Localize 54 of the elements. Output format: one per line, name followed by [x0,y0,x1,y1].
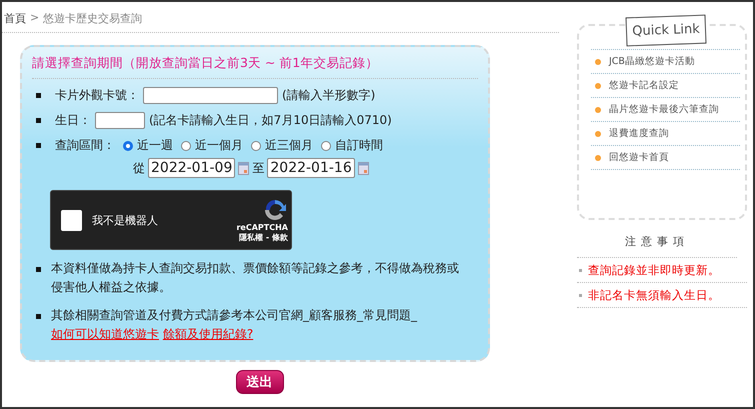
date-label: 從 [133,160,145,176]
birthday-field[interactable] [95,112,145,129]
recaptcha-icon [262,197,288,223]
breadcrumb-separator: > [30,11,40,26]
checkbox[interactable] [61,210,82,230]
notice-text: 非記名卡無須輸入生日。 [588,288,720,302]
captcha-brand: reCAPTCHA [236,223,288,232]
radio-button[interactable] [321,140,331,150]
radio-label[interactable]: 近一個月 [195,137,243,154]
card-number-field[interactable] [143,87,278,104]
radio-button[interactable] [251,140,261,150]
quick-link[interactable]: 晶片悠遊卡最後六筆查詢 [609,103,719,116]
breadcrumb-current: 悠遊卡歷史交易查詢 [43,11,142,26]
bullet-icon [36,93,41,98]
panel-heading: 請選擇查詢期間（開放查詢當日之前3天 ~ 前1年交易記錄） [32,53,478,79]
calendar-icon[interactable] [238,162,250,174]
radio-label[interactable]: 自訂時間 [335,137,383,154]
quick-link[interactable]: 悠遊卡記名設定 [609,79,679,92]
breadcrumb-link[interactable]: 首頁 [4,11,26,26]
bullet-icon [36,314,41,319]
bullet-icon [579,294,582,296]
notices-title: 注意事項 [577,234,737,258]
captcha-links[interactable]: 隱私權 - 條款 [239,232,288,243]
quick-link[interactable]: 退費進度查詢 [609,127,669,140]
checkbox-label: 我不是機器人 [92,212,159,228]
bullet-icon [595,82,601,88]
note-text: 本資料僅做為持卡人查詢交易扣款、票價餘額等記錄之參考，不得做為稅務或侵害他人權益之依據。 [51,260,460,296]
submit-button[interactable]: 送出 [236,370,284,394]
radio-button[interactable] [181,140,191,150]
bullet-icon [579,268,582,272]
field-hint: (記名卡請輸入生日，如7月10日請輸入0710) [149,112,392,129]
calendar-icon[interactable] [358,162,369,174]
radio-label[interactable]: 近一週 [137,137,173,154]
bullet-icon [36,118,41,123]
notice-text: 查詢記錄並非即時更新。 [588,262,720,278]
field-label: 卡片外觀卡號： [55,87,139,104]
date-label: 至 [252,160,264,176]
field-label: 生日： [55,112,91,129]
radio-button[interactable] [123,140,133,150]
field-hint: (請輸入半形數字) [282,87,376,104]
bullet-icon [36,143,41,148]
bullet-icon [36,267,41,272]
start-date-field[interactable]: 2022-01-09 [148,158,236,178]
quick-link-title: Quick Link [625,14,706,46]
field-label: 查詢區間： [55,137,115,154]
radio-label[interactable]: 近三個月 [265,137,313,154]
end-date-field[interactable]: 2022-01-16 [267,158,355,178]
note-text: 其餘相關查詢管道及付費方式請參考本公司官網_顧客服務_常見問題_ 如何可以知道悠遊卡 餘額及使用紀錄? [51,307,418,343]
bullet-icon [595,130,601,136]
quick-link[interactable]: 回悠遊卡首頁 [609,151,669,164]
bullet-icon [595,58,601,64]
bullet-icon [595,154,601,160]
quick-link[interactable]: JCB晶緻悠遊卡活動 [609,55,695,68]
bullet-icon [595,106,601,112]
